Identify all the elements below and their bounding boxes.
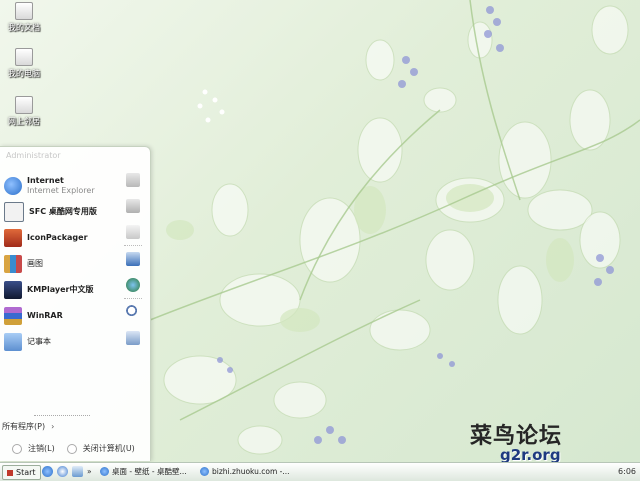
shutdown-label: 关闭计算机(U) <box>82 444 135 453</box>
task-label: bizhi.zhuoku.com -... <box>212 467 290 476</box>
system-clock[interactable]: 6:06 <box>618 465 636 478</box>
watermark-url: g2r.org <box>500 446 561 462</box>
overflow-label: » <box>87 467 92 476</box>
program-label: WinRAR <box>27 311 63 320</box>
all-programs-label: 所有程序(P) <box>2 422 46 431</box>
taskbar: Start » 桌面 - 壁纸 - 桌酷壁... bizhi.zhuoku.co… <box>0 462 640 481</box>
start-menu: Administrator Internet Internet Explorer … <box>0 146 151 461</box>
logoff-icon <box>12 443 22 454</box>
forum-watermark: 菜鸟论坛 g2r.org <box>470 418 620 462</box>
logoff-button[interactable]: 注销(L) <box>12 443 55 454</box>
iconpackager-icon <box>4 229 22 247</box>
side-divider <box>124 245 142 246</box>
desktop-icon-label: 网上邻居 <box>8 117 40 126</box>
control-panel-icon[interactable] <box>126 225 140 239</box>
program-list: Internet Internet Explorer SFC 桌酷网专用版 Ico… <box>4 173 116 355</box>
desktop-icon-label: 我的电脑 <box>8 69 40 78</box>
my-documents-icon <box>15 2 33 20</box>
program-item-sfc[interactable]: SFC 桌酷网专用版 <box>4 199 116 225</box>
program-label: 记事本 <box>27 337 51 346</box>
side-divider <box>124 298 142 299</box>
task-label: 桌面 - 壁纸 - 桌酷壁... <box>112 467 187 476</box>
logoff-label: 注销(L) <box>28 444 55 453</box>
quick-launch-overflow[interactable]: » <box>87 465 95 478</box>
program-item-winrar[interactable]: WinRAR <box>4 303 116 329</box>
taskbar-item-bizhi[interactable]: bizhi.zhuoku.com -... <box>200 465 298 478</box>
start-label: Start <box>16 468 36 477</box>
desktop-icon-label: 我的文档 <box>8 23 40 32</box>
start-menu-user: Administrator <box>6 151 61 160</box>
program-label: KMPlayer中文版 <box>27 285 94 294</box>
all-programs-button[interactable]: 所有程序(P) › <box>2 421 54 432</box>
sfc-icon <box>4 202 24 222</box>
desktop-icon-my-documents[interactable]: 我的文档 <box>0 2 48 33</box>
program-item-kmplayer[interactable]: KMPlayer中文版 <box>4 277 116 303</box>
globe-icon[interactable] <box>126 278 140 292</box>
program-label: 画图 <box>27 259 43 268</box>
program-sublabel: Internet Explorer <box>27 186 95 195</box>
shutdown-button[interactable]: 关闭计算机(U) <box>66 443 135 454</box>
run-icon[interactable] <box>126 331 140 345</box>
paint-icon <box>4 255 22 273</box>
program-item-internet[interactable]: Internet Internet Explorer <box>4 173 116 199</box>
notepad-icon <box>4 333 22 351</box>
quick-launch-media-icon[interactable] <box>57 466 68 477</box>
search-icon[interactable] <box>126 305 140 319</box>
start-menu-side-icons <box>122 173 144 357</box>
kmplayer-icon <box>4 281 22 299</box>
winrar-icon <box>4 307 22 325</box>
internet-explorer-icon <box>4 177 22 195</box>
network-places-icon <box>15 96 33 114</box>
quick-launch-ie-icon[interactable] <box>42 466 53 477</box>
program-label: SFC 桌酷网专用版 <box>29 207 97 216</box>
start-menu-footer: 注销(L) 关闭计算机(U) <box>0 443 150 454</box>
program-item-iconpackager[interactable]: IconPackager <box>4 225 116 251</box>
program-item-paint[interactable]: 画图 <box>4 251 116 277</box>
my-computer-icon <box>15 48 33 66</box>
program-item-notepad[interactable]: 记事本 <box>4 329 116 355</box>
computer-icon[interactable] <box>126 199 140 213</box>
quick-launch-desktop-icon[interactable] <box>72 466 83 477</box>
taskbar-item-zhuoku[interactable]: 桌面 - 壁纸 - 桌酷壁... <box>100 465 194 478</box>
desktop-icon-network-places[interactable]: 网上邻居 <box>0 96 48 127</box>
start-button[interactable]: Start <box>2 465 41 480</box>
ie-icon <box>200 467 209 476</box>
start-menu-separator <box>34 415 90 416</box>
settings-icon[interactable] <box>126 252 140 266</box>
chevron-right-icon: › <box>51 422 55 431</box>
desktop-icon-my-computer[interactable]: 我的电脑 <box>0 48 48 79</box>
start-logo-icon <box>7 469 13 476</box>
ie-icon <box>100 467 109 476</box>
power-icon <box>66 443 77 454</box>
program-label: IconPackager <box>27 233 88 242</box>
folder-icon[interactable] <box>126 173 140 187</box>
program-label: Internet <box>27 176 64 185</box>
